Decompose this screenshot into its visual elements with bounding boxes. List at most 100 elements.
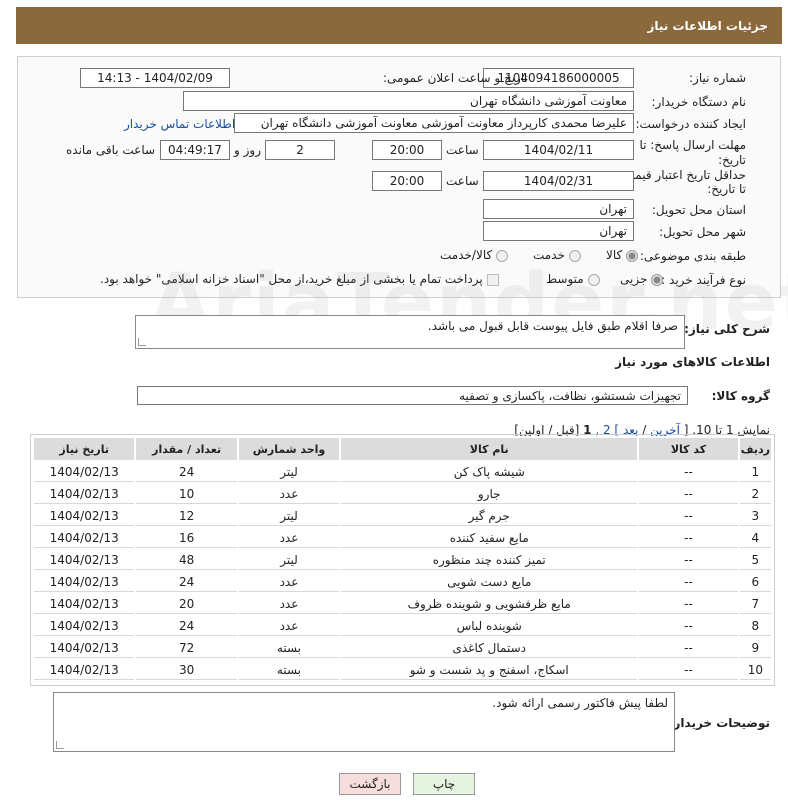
row-number-cell: 1: [739, 462, 771, 482]
item-code-cell: --: [639, 616, 738, 636]
buyer-contact-link[interactable]: اطلاعات تماس خریدار: [124, 117, 235, 131]
item-unit-cell: عدد: [238, 616, 340, 636]
goods-group-label: گروه کالا:: [711, 389, 770, 403]
category-option-goods[interactable]: کالا: [606, 248, 639, 262]
col-date-header: تاریخ نیاز: [34, 438, 135, 460]
item-name-cell: شیشه پاک کن: [341, 462, 638, 482]
item-code-cell: --: [639, 594, 738, 614]
category-option-goods-service[interactable]: کالا/خدمت: [440, 248, 509, 262]
need-date-cell: 1404/02/13: [34, 638, 135, 658]
col-code-header: کد کالا: [639, 438, 738, 460]
deadline-time-field: 20:00: [372, 140, 442, 160]
row-number-cell: 3: [739, 506, 771, 526]
item-name-cell: مایع دست شویی: [341, 572, 638, 592]
item-code-cell: --: [639, 484, 738, 504]
page-title: جزئیات اطلاعات نیاز: [647, 18, 768, 33]
item-name-cell: جرم گیر: [341, 506, 638, 526]
item-quantity-cell: 24: [136, 462, 237, 482]
table-row: 5 -- تمیز کننده چند منظوره لیتر 48 1404/02/13: [34, 550, 771, 570]
category-option-service[interactable]: خدمت: [533, 248, 581, 262]
item-code-cell: --: [639, 462, 738, 482]
radio-icon[interactable]: [496, 249, 509, 262]
process-option-minor[interactable]: جزیی: [620, 272, 664, 286]
table-row: 10 -- اسکاج، اسفنج و پد شست و شو بسته 30 1404…: [34, 660, 771, 680]
item-unit-cell: عدد: [238, 484, 340, 504]
days-label: روز و: [234, 143, 261, 157]
remaining-label: ساعت باقی مانده: [66, 143, 156, 157]
table-row: 1 -- شیشه پاک کن لیتر 24 1404/02/13: [34, 462, 771, 482]
item-quantity-cell: 16: [136, 528, 237, 548]
item-code-cell: --: [639, 572, 738, 592]
treasury-payment-option[interactable]: پرداخت تمام یا بخشی از مبلغ خرید،از محل …: [100, 272, 499, 286]
item-quantity-cell: 12: [136, 506, 237, 526]
item-quantity-cell: 10: [136, 484, 237, 504]
item-code-cell: --: [639, 660, 738, 680]
resize-grip-icon[interactable]: [56, 741, 64, 749]
category-label: طبقه بندی موضوعی:: [639, 249, 746, 263]
item-unit-cell: لیتر: [238, 506, 340, 526]
col-name-header: نام کالا: [341, 438, 638, 460]
radio-selected-icon[interactable]: [651, 273, 664, 286]
item-name-cell: مایع ظرفشویی و شوینده ظروف: [341, 594, 638, 614]
item-name-cell: تمیز کننده چند منظوره: [341, 550, 638, 570]
need-date-cell: 1404/02/13: [34, 660, 135, 680]
need-date-cell: 1404/02/13: [34, 616, 135, 636]
city-field: تهران: [483, 221, 634, 241]
buyer-notes-label: توضیحات خریدار:: [668, 716, 770, 730]
table-row: 9 -- دستمال کاغذی بسته 72 1404/02/13: [34, 638, 771, 658]
goods-info-title: اطلاعات کالاهای مورد نیاز: [615, 355, 770, 369]
print-button[interactable]: چاپ: [413, 773, 475, 795]
creator-label: ایجاد کننده درخواست:: [635, 117, 746, 131]
table-row: 7 -- مایع ظرفشویی و شوینده ظروف عدد 20 1404/0…: [34, 594, 771, 614]
deadline-label: مهلت ارسال پاسخ: تا: [639, 138, 746, 152]
radio-icon[interactable]: [568, 249, 581, 262]
deadline-date-field: 1404/02/11: [483, 140, 634, 160]
item-code-cell: --: [639, 638, 738, 658]
need-date-cell: 1404/02/13: [34, 462, 135, 482]
item-name-cell: شوینده لباس: [341, 616, 638, 636]
need-date-cell: 1404/02/13: [34, 550, 135, 570]
price-time-field: 20:00: [372, 171, 442, 191]
col-qty-header: تعداد / مقدار: [136, 438, 237, 460]
radio-selected-icon[interactable]: [626, 249, 639, 262]
deadline-time-label: ساعت: [446, 143, 479, 157]
item-unit-cell: عدد: [238, 528, 340, 548]
checkbox-icon[interactable]: [486, 273, 499, 286]
item-quantity-cell: 24: [136, 616, 237, 636]
item-unit-cell: لیتر: [238, 550, 340, 570]
buyer-notes-text: لطفا پیش فاکتور رسمی ارائه شود.: [492, 696, 668, 710]
description-label: شرح کلی نیاز:: [684, 322, 770, 336]
min-price-label: حداقل تاریخ اعتبار قیمت:: [619, 168, 746, 182]
item-quantity-cell: 30: [136, 660, 237, 680]
resize-grip-icon[interactable]: [138, 338, 146, 346]
item-unit-cell: عدد: [238, 594, 340, 614]
items-table: ردیف کد کالا نام کالا واحد شمارش تعداد /…: [32, 436, 773, 682]
province-field: تهران: [483, 199, 634, 219]
need-number-label: شماره نیاز:: [689, 71, 746, 85]
buyer-org-label: نام دستگاه خریدار:: [651, 95, 747, 109]
item-quantity-cell: 72: [136, 638, 237, 658]
buyer-notes-textarea[interactable]: لطفا پیش فاکتور رسمی ارائه شود.: [53, 692, 675, 752]
row-number-cell: 4: [739, 528, 771, 548]
table-row: 3 -- جرم گیر لیتر 12 1404/02/13: [34, 506, 771, 526]
item-code-cell: --: [639, 550, 738, 570]
item-unit-cell: بسته: [238, 660, 340, 680]
remaining-time-field: 04:49:17: [160, 140, 230, 160]
item-unit-cell: عدد: [238, 572, 340, 592]
price-time-label: ساعت: [446, 174, 479, 188]
announce-field: 1404/02/09 - 14:13: [80, 68, 230, 88]
row-number-cell: 2: [739, 484, 771, 504]
row-number-cell: 7: [739, 594, 771, 614]
need-date-cell: 1404/02/13: [34, 594, 135, 614]
days-field: 2: [265, 140, 335, 160]
back-button[interactable]: بازگشت: [339, 773, 401, 795]
row-number-cell: 8: [739, 616, 771, 636]
item-name-cell: جارو: [341, 484, 638, 504]
table-row: 4 -- مایع سفید کننده عدد 16 1404/02/13: [34, 528, 771, 548]
radio-icon[interactable]: [587, 273, 600, 286]
process-option-medium[interactable]: متوسط: [546, 272, 600, 286]
item-quantity-cell: 20: [136, 594, 237, 614]
description-textarea[interactable]: صرفا اقلام طبق فایل پیوست قابل قبول می ب…: [135, 315, 685, 349]
goods-group-field: تجهیزات شستشو، نظافت، پاکسازی و تصفیه: [137, 386, 688, 405]
item-name-cell: مایع سفید کننده: [341, 528, 638, 548]
